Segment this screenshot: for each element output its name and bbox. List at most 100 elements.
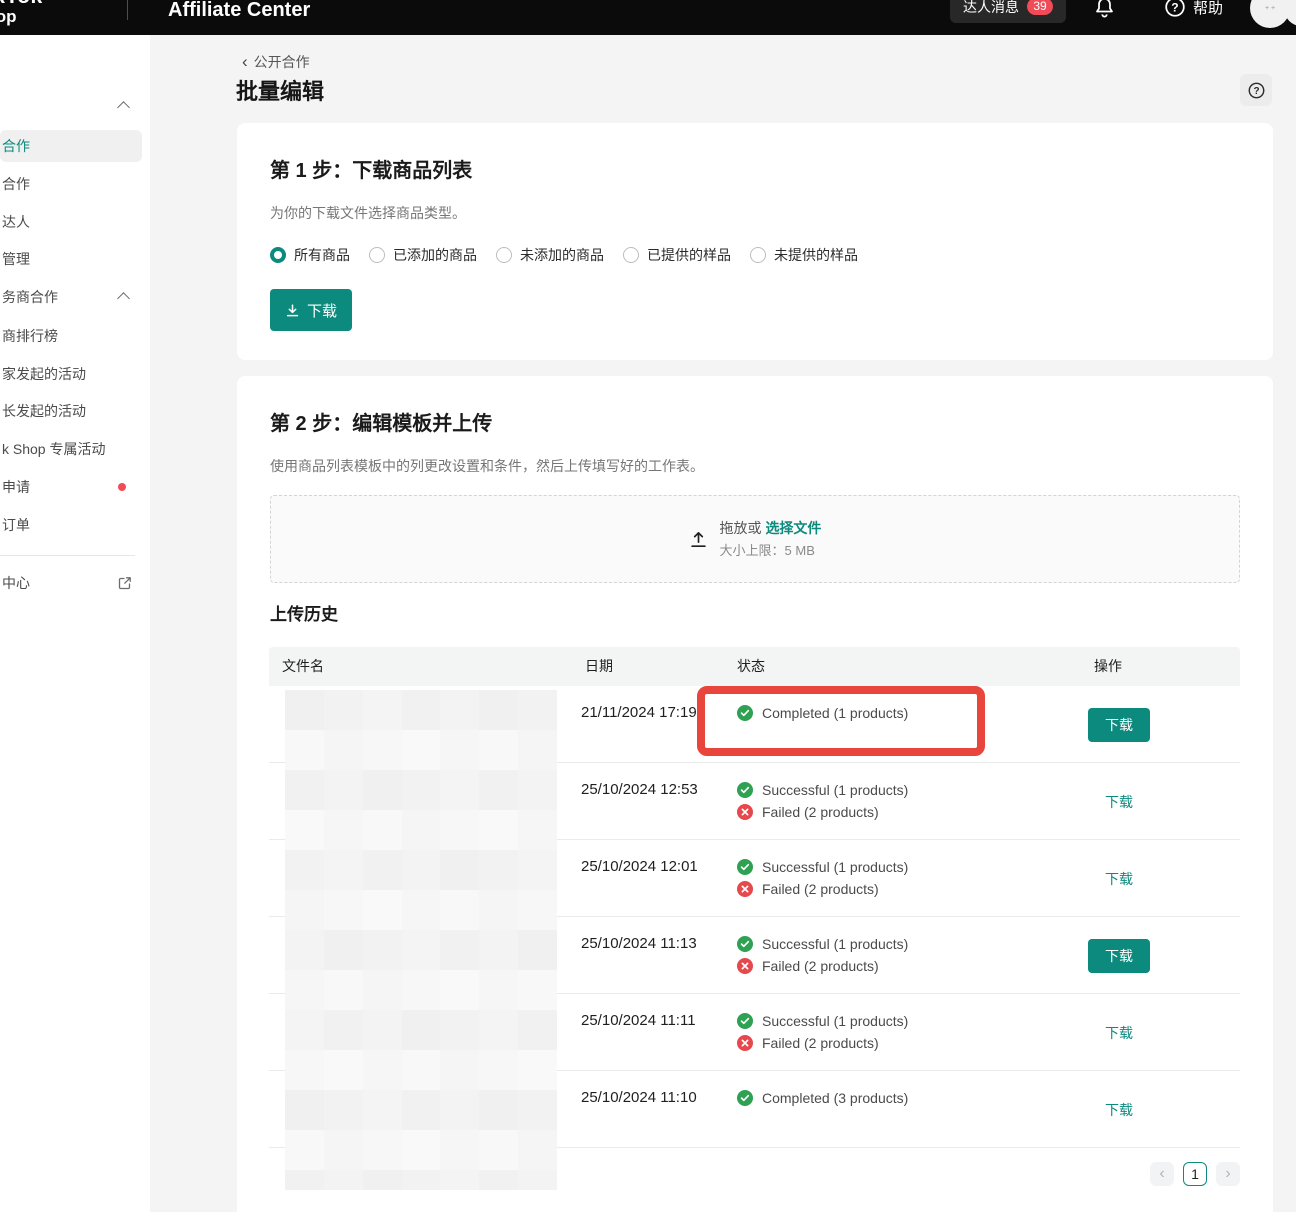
redaction-block: [440, 730, 479, 770]
redaction-block: [285, 770, 324, 810]
breadcrumb-label: 公开合作: [254, 52, 310, 72]
success-check-icon: [737, 1090, 753, 1106]
row-date: 25/10/2024 11:10: [581, 1087, 697, 1109]
sidebar-item[interactable]: 务商合作: [2, 281, 58, 313]
redaction-block: [479, 690, 518, 730]
download-file-button[interactable]: 下载: [1088, 939, 1150, 973]
sidebar-item[interactable]: 合作: [2, 168, 30, 200]
step1-title: 第 1 步：下载商品列表: [270, 157, 1240, 185]
page-help-button[interactable]: ?: [1240, 74, 1272, 106]
error-x-icon: [737, 1035, 753, 1051]
success-check-icon: [737, 936, 753, 952]
redaction-block: [324, 930, 363, 970]
row-status: Completed (1 products): [737, 702, 908, 724]
redaction-block: [402, 1170, 441, 1190]
redaction-block: [324, 1050, 363, 1090]
download-button-label: 下载: [307, 300, 337, 321]
current-page-button[interactable]: 1: [1183, 1162, 1207, 1186]
row-date: 25/10/2024 12:01: [581, 856, 698, 878]
redaction-block: [324, 1130, 363, 1170]
download-file-button[interactable]: 下载: [1088, 708, 1150, 742]
download-file-link[interactable]: 下载: [1105, 1100, 1133, 1120]
status-text: Successful (1 products): [762, 779, 908, 801]
redaction-block: [363, 1130, 402, 1170]
error-x-icon: [737, 958, 753, 974]
download-file-link[interactable]: 下载: [1105, 792, 1133, 812]
collapse-section-icon[interactable]: [117, 292, 130, 305]
redaction-block: [518, 1090, 557, 1130]
radio-option[interactable]: 已添加的商品: [369, 245, 477, 265]
redaction-block: [402, 970, 441, 1010]
sidebar-item[interactable]: 家发起的活动: [2, 358, 86, 390]
question-circle-icon: ?: [1164, 0, 1186, 18]
download-file-link[interactable]: 下载: [1105, 1023, 1133, 1043]
redaction-block: [518, 770, 557, 810]
column-header: 文件名: [282, 647, 324, 686]
page-title: 批量编辑: [236, 74, 324, 106]
redaction-block: [363, 690, 402, 730]
redaction-block: [440, 770, 479, 810]
download-product-list-button[interactable]: 下载: [270, 289, 352, 331]
file-dropzone[interactable]: 拖放或 选择文件 大小上限：5 MB: [270, 495, 1240, 583]
sidebar-item[interactable]: 中心: [2, 567, 30, 599]
tiktok-shop-logo[interactable]: TikTok Shop: [0, 0, 43, 25]
radio-option-label: 已提供的样品: [647, 245, 731, 265]
sidebar-item[interactable]: k Shop 专属活动: [2, 433, 105, 465]
sidebar-item[interactable]: 达人: [2, 206, 30, 238]
sidebar-divider: [0, 555, 135, 556]
redaction-block: [479, 970, 518, 1010]
error-x-icon: [737, 881, 753, 897]
row-date: 21/11/2024 17:19: [581, 702, 697, 724]
status-line: Successful (1 products): [737, 1010, 908, 1032]
redaction-block: [285, 970, 324, 1010]
redaction-block: [518, 1050, 557, 1090]
radio-option[interactable]: 未提供的样品: [750, 245, 858, 265]
radio-option-label: 未提供的样品: [774, 245, 858, 265]
redaction-block: [285, 930, 324, 970]
radio-option[interactable]: 所有商品: [270, 245, 350, 265]
help-menu[interactable]: ? 帮助: [1164, 0, 1223, 18]
notification-bell-icon[interactable]: [1094, 0, 1115, 20]
redaction-block: [518, 1130, 557, 1170]
status-text: Failed (2 products): [762, 801, 879, 823]
collapse-section-icon[interactable]: [117, 101, 130, 114]
redaction-block: [324, 1010, 363, 1050]
redaction-block: [285, 850, 324, 890]
redaction-block: [440, 1130, 479, 1170]
row-date: 25/10/2024 12:53: [581, 779, 698, 801]
step1-card: 第 1 步：下载商品列表 为你的下载文件选择商品类型。 所有商品已添加的商品未添…: [237, 123, 1273, 360]
radio-option[interactable]: 已提供的样品: [623, 245, 731, 265]
upload-icon: [689, 530, 708, 549]
redaction-block: [402, 1090, 441, 1130]
creator-messages-button[interactable]: 达人消息 39: [950, 0, 1066, 23]
radio-option-label: 所有商品: [294, 245, 350, 265]
sidebar-item[interactable]: 申请: [2, 471, 30, 503]
redaction-block: [440, 1050, 479, 1090]
external-link-icon[interactable]: [118, 576, 132, 590]
prev-page-button[interactable]: ‹: [1150, 1162, 1174, 1186]
sidebar-item[interactable]: 管理: [2, 243, 30, 275]
sidebar-item[interactable]: 订单: [2, 509, 30, 541]
header-divider: [127, 0, 128, 20]
download-file-link[interactable]: 下载: [1105, 869, 1133, 889]
status-text: Completed (1 products): [762, 702, 908, 724]
browse-file-link[interactable]: 选择文件: [765, 520, 821, 536]
next-page-button[interactable]: ›: [1216, 1162, 1240, 1186]
sidebar-item[interactable]: 合作: [2, 130, 30, 162]
success-check-icon: [737, 782, 753, 798]
radio-option-label: 已添加的商品: [393, 245, 477, 265]
redaction-block: [363, 890, 402, 930]
message-count-badge: 39: [1027, 0, 1053, 15]
app-title: Affiliate Center: [168, 0, 310, 22]
radio-option[interactable]: 未添加的商品: [496, 245, 604, 265]
sidebar-item[interactable]: 商排行榜: [2, 320, 58, 352]
breadcrumb-back[interactable]: ‹ 公开合作: [242, 52, 310, 72]
redaction-block: [285, 1010, 324, 1050]
redaction-block: [440, 690, 479, 730]
sidebar-item[interactable]: 长发起的活动: [2, 395, 86, 427]
row-date: 25/10/2024 11:11: [581, 1010, 696, 1032]
redaction-block: [285, 730, 324, 770]
redaction-block: [285, 1170, 324, 1190]
secondary-avatar[interactable]: +: [1284, 0, 1296, 26]
redaction-block: [285, 1050, 324, 1090]
